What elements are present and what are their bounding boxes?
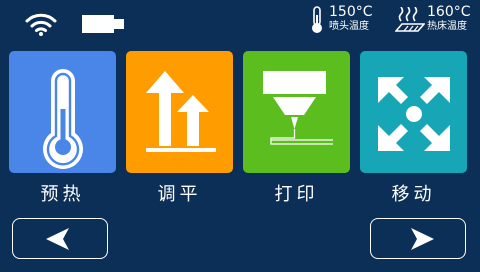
bed-temp-value: 160°C	[427, 4, 471, 20]
arrow-left-icon	[46, 228, 69, 250]
leveling-arrows-icon	[146, 71, 216, 152]
leveling-tile[interactable]	[126, 51, 233, 173]
nozzle-temp-value: 150°C	[329, 4, 373, 20]
arrow-right-icon	[411, 228, 434, 250]
thermometer-icon	[312, 6, 322, 33]
thermometer-icon	[43, 69, 83, 169]
move-arrows-icon	[378, 77, 450, 151]
print-tile[interactable]	[243, 51, 350, 173]
preheat-label: 预热	[40, 184, 85, 205]
prev-page-button[interactable]	[12, 218, 108, 259]
bed-temp-label: 热床温度	[427, 21, 467, 32]
print-label: 打印	[274, 184, 319, 205]
nozzle-temp-label: 喷头温度	[329, 21, 369, 32]
wifi-icon	[25, 13, 57, 36]
move-label: 移动	[391, 184, 436, 205]
print-nozzle-icon	[263, 71, 333, 145]
leveling-label: 调平	[157, 184, 202, 205]
battery-icon	[82, 15, 124, 33]
preheat-tile[interactable]	[9, 51, 116, 173]
heated-bed-icon	[395, 7, 425, 32]
next-page-button[interactable]	[370, 218, 466, 259]
move-tile[interactable]	[360, 51, 467, 173]
